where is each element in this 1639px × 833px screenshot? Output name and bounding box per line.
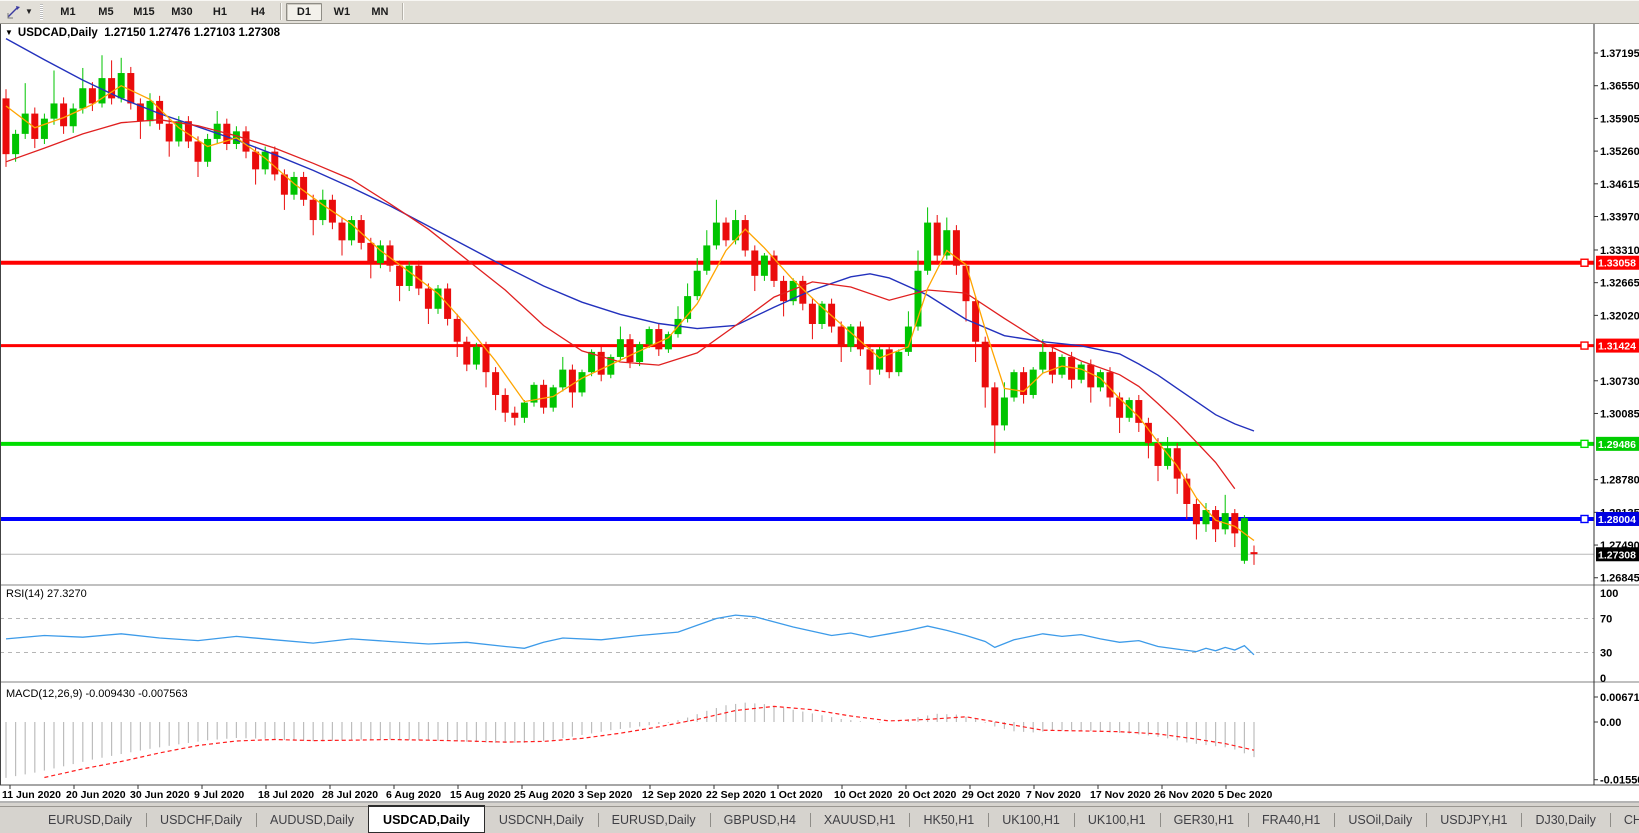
chart-tab-eurusd-daily[interactable]: EURUSD,Daily [598, 807, 710, 833]
chevron-down-icon[interactable]: ▼ [25, 7, 33, 16]
price-level-badge: 1.28004 [1596, 512, 1639, 526]
date-axis-label: 29 Oct 2020 [962, 789, 1021, 801]
date-axis-label: 6 Aug 2020 [386, 789, 441, 801]
chart-tab-uk100-h1[interactable]: UK100,H1 [988, 807, 1074, 833]
date-axis-label: 9 Jul 2020 [194, 789, 244, 801]
price-axis-tick: 1.32020 [1600, 310, 1639, 322]
chart-tab-xauusd-h1[interactable]: XAUUSD,H1 [810, 807, 910, 833]
timeframe-button-mn[interactable]: MN [362, 3, 398, 21]
svg-text:0.006712: 0.006712 [1600, 692, 1639, 704]
chart-symbol: USDCAD,Daily [18, 27, 98, 39]
date-axis-label: 15 Aug 2020 [450, 789, 511, 801]
svg-text:0.00: 0.00 [1600, 717, 1621, 729]
timeframe-button-m1[interactable]: M1 [50, 3, 86, 21]
price-axis-tick: 1.32665 [1600, 278, 1639, 290]
price-axis-tick: 1.37195 [1600, 48, 1639, 60]
timeframe-button-h4[interactable]: H4 [240, 3, 276, 21]
timeframe-button-m5[interactable]: M5 [88, 3, 124, 21]
date-axis-label: 20 Jun 2020 [66, 789, 126, 801]
price-axis-tick: 1.30085 [1600, 408, 1639, 420]
timeframe-button-m15[interactable]: M15 [126, 3, 162, 21]
timeframe-button-h1[interactable]: H1 [202, 3, 238, 21]
toolbar-divider [280, 3, 282, 20]
chart-tab-hk50-h1[interactable]: HK50,H1 [909, 807, 988, 833]
svg-text:30: 30 [1600, 648, 1612, 660]
price-level-badge: 1.27308 [1596, 547, 1639, 561]
price-axis-tick: 1.36550 [1600, 81, 1639, 93]
crosshair-line-tool-icon[interactable] [4, 3, 24, 21]
date-axis-label: 17 Nov 2020 [1090, 789, 1151, 801]
price-axis-tick: 1.35905 [1600, 113, 1639, 125]
svg-text:70: 70 [1600, 614, 1612, 626]
chart-tab-fra40-h1[interactable]: FRA40,H1 [1248, 807, 1334, 833]
svg-text:1.27308: 1.27308 [1598, 549, 1636, 561]
chart-tab-usdcnh-daily[interactable]: USDCNH,Daily [485, 807, 598, 833]
date-axis-label: 11 Jun 2020 [2, 789, 61, 801]
chart-tab-china300-h1[interactable]: CHINA300,H1 [1610, 807, 1639, 833]
chart-tab-gbpusd-h4[interactable]: GBPUSD,H4 [710, 807, 810, 833]
chart-tab-usoil-daily[interactable]: USOil,Daily [1334, 807, 1426, 833]
date-axis-label: 3 Sep 2020 [578, 789, 632, 801]
chart-tab-ger30-h1[interactable]: GER30,H1 [1160, 807, 1248, 833]
price-axis-tick: 1.28780 [1600, 475, 1639, 487]
date-axis-label: 22 Sep 2020 [706, 789, 766, 801]
price-axis-tick: 1.33310 [1600, 245, 1639, 257]
macd-indicator-label: MACD(12,26,9) -0.009430 -0.007563 [6, 688, 188, 700]
date-axis-label: 5 Dec 2020 [1218, 789, 1272, 801]
chart-tab-eurusd-daily[interactable]: EURUSD,Daily [34, 807, 146, 833]
price-axis-tick: 1.26845 [1600, 573, 1639, 585]
date-axis-label: 10 Oct 2020 [834, 789, 893, 801]
chart-title: ▼ USDCAD,Daily 1.27150 1.27476 1.27103 1.… [5, 27, 280, 39]
svg-text:1.31424: 1.31424 [1598, 341, 1636, 353]
chart-canvas[interactable]: 1.37195 1.36550 1.35905 1.35260 1.34615 1.339… [0, 24, 1639, 803]
chart-tab-dj30-daily[interactable]: DJ30,Daily [1521, 807, 1609, 833]
date-axis-label: 20 Oct 2020 [898, 789, 957, 801]
price-axis-tick: 1.35260 [1600, 146, 1639, 158]
timeframe-toolbar: ▼ M1M5M15M30H1H4 D1W1MN [0, 0, 1639, 24]
date-axis-label: 30 Jun 2020 [130, 789, 190, 801]
chart-tab-uk100-h1[interactable]: UK100,H1 [1074, 807, 1160, 833]
date-axis-label: 7 Nov 2020 [1026, 789, 1081, 801]
price-axis-tick: 1.34615 [1600, 179, 1639, 191]
date-axis-label: 12 Sep 2020 [642, 789, 702, 801]
collapse-arrow-icon[interactable]: ▼ [5, 28, 13, 37]
chart-tab-bar: EURUSD,DailyUSDCHF,DailyAUDUSD,DailyUSDC… [0, 806, 1639, 833]
date-axis-label: 1 Oct 2020 [770, 789, 823, 801]
price-level-badge: 1.33058 [1596, 256, 1639, 270]
date-axis-label: 18 Jul 2020 [258, 789, 314, 801]
svg-text:-0.015502: -0.015502 [1600, 775, 1639, 787]
rsi-indicator-label: RSI(14) 27.3270 [6, 588, 87, 600]
svg-text:1.28004: 1.28004 [1598, 514, 1636, 526]
date-axis-label: 28 Jul 2020 [322, 789, 378, 801]
chart-tab-audusd-daily[interactable]: AUDUSD,Daily [256, 807, 368, 833]
chart-tab-usdchf-daily[interactable]: USDCHF,Daily [146, 807, 256, 833]
timeframe-button-w1[interactable]: W1 [324, 3, 360, 21]
timeframe-button-m30[interactable]: M30 [164, 3, 200, 21]
chart-tab-usdcad-daily[interactable]: USDCAD,Daily [368, 805, 485, 833]
toolbar-grip-handle[interactable] [40, 4, 43, 20]
price-axis-tick: 1.30730 [1600, 376, 1639, 388]
chart-tab-usdjpy-h1[interactable]: USDJPY,H1 [1426, 807, 1521, 833]
svg-text:1.33058: 1.33058 [1598, 258, 1636, 270]
svg-text:0: 0 [1600, 673, 1606, 685]
chart-ohlc-values: 1.27150 1.27476 1.27103 1.27308 [104, 27, 280, 39]
timeframe-button-d1[interactable]: D1 [286, 3, 322, 21]
date-axis-label: 25 Aug 2020 [514, 789, 575, 801]
price-level-badge: 1.31424 [1596, 339, 1639, 353]
svg-text:100: 100 [1600, 588, 1618, 600]
date-axis-label: 26 Nov 2020 [1154, 789, 1215, 801]
chart-window: 1.37195 1.36550 1.35905 1.35260 1.34615 1.339… [0, 24, 1639, 803]
svg-text:1.29486: 1.29486 [1598, 439, 1636, 451]
price-axis-tick: 1.33970 [1600, 212, 1639, 224]
toolbar-divider [402, 3, 404, 20]
price-level-badge: 1.29486 [1596, 437, 1639, 451]
